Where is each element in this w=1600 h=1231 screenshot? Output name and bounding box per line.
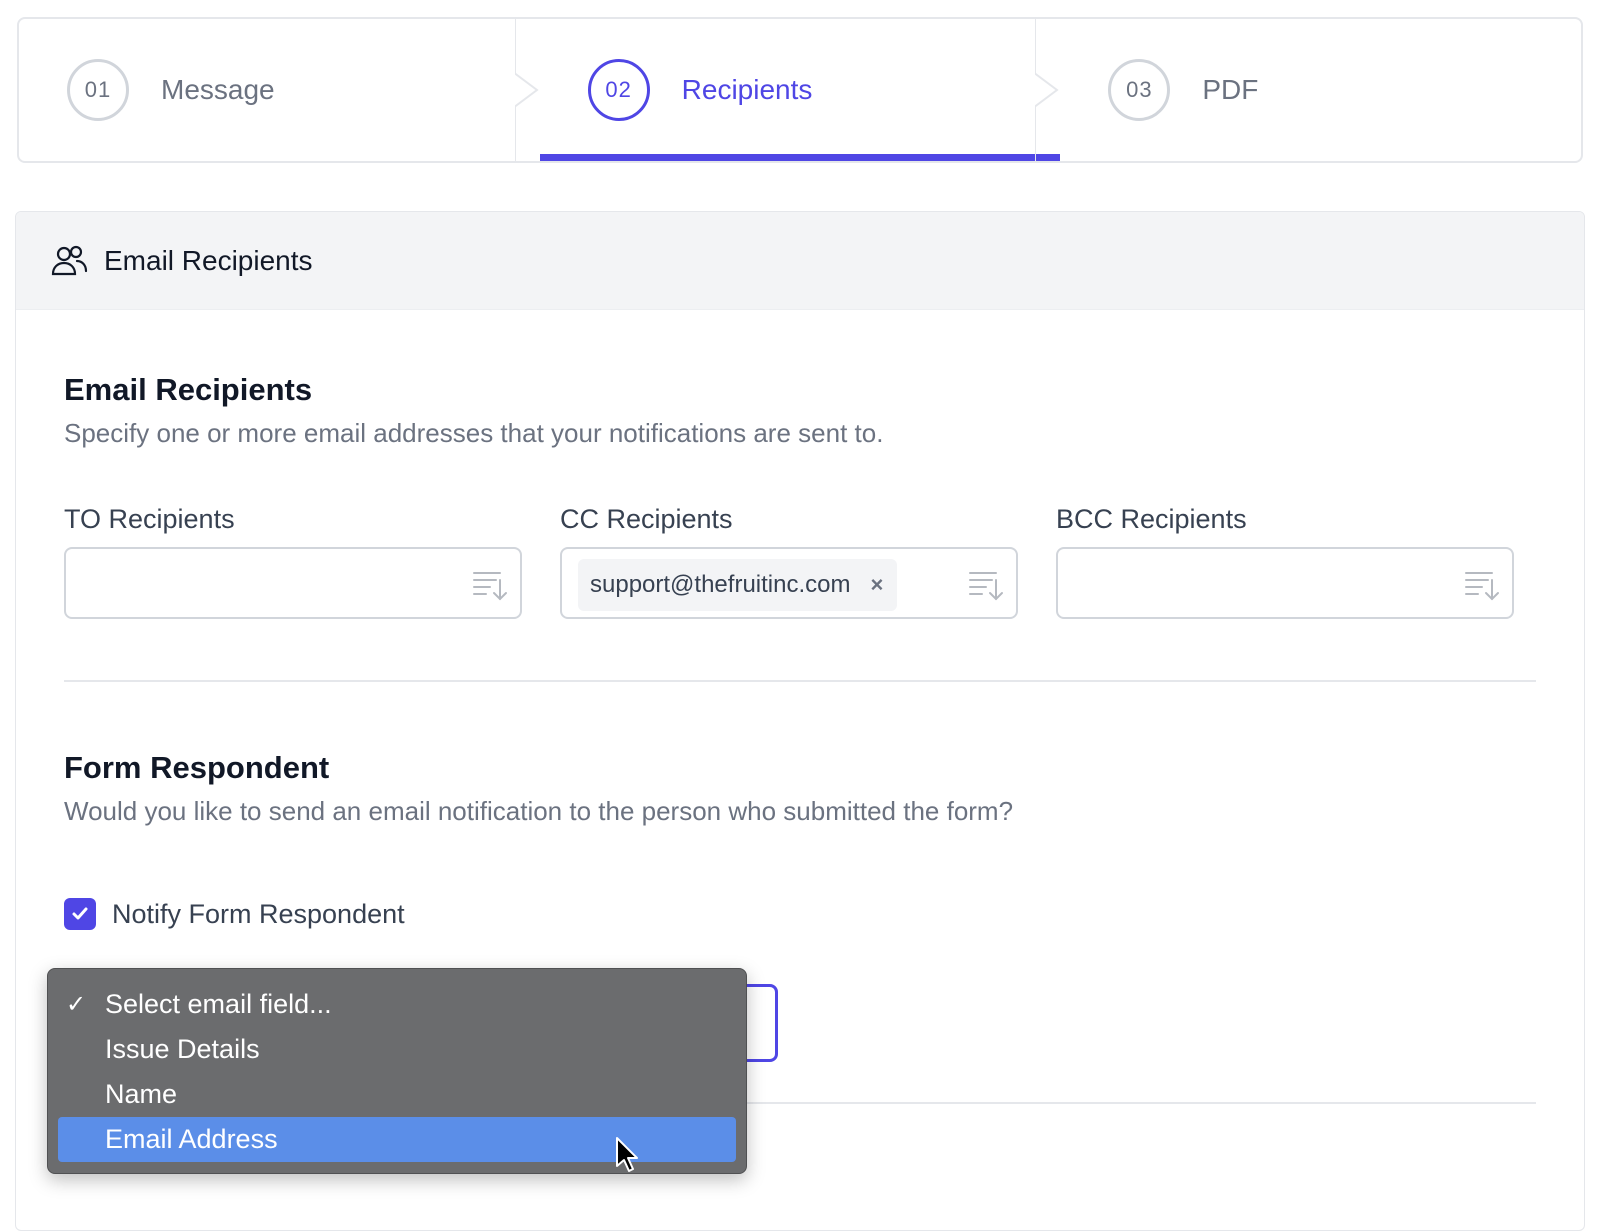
step-number: 02 — [587, 59, 650, 121]
step-divider — [514, 19, 539, 161]
option-label: Name — [105, 1079, 178, 1109]
step-label: PDF — [1202, 74, 1259, 105]
option-label: Select email field... — [105, 989, 332, 1019]
bcc-recipients-label: BCC Recipients — [1056, 504, 1247, 534]
chip-email: support@thefruitinc.com — [590, 571, 851, 598]
dropdown-option[interactable]: Issue Details — [58, 1027, 736, 1072]
panel-header: Email Recipients — [16, 212, 1584, 310]
cc-recipients-label: CC Recipients — [560, 504, 733, 534]
active-step-indicator — [539, 154, 1061, 161]
step-message[interactable]: 01 Message — [19, 19, 540, 161]
notify-respondent-checkbox[interactable] — [64, 898, 96, 930]
mouse-cursor-icon — [616, 1137, 638, 1172]
step-number: 03 — [1108, 59, 1171, 121]
dropdown-option[interactable]: ✓ Select email field... — [58, 982, 736, 1027]
checkmark-icon — [72, 907, 88, 920]
bcc-recipients-input[interactable] — [1056, 547, 1514, 619]
step-divider — [1035, 19, 1059, 161]
step-label: Message — [161, 74, 275, 105]
section-title: Form Respondent — [64, 750, 330, 785]
sort-list-icon — [969, 572, 1003, 601]
sort-list-icon — [1465, 572, 1499, 601]
wizard-stepper: 01 Message 02 Recipients 03 PDF — [17, 17, 1583, 163]
to-recipients-input[interactable] — [64, 547, 522, 619]
panel-title: Email Recipients — [104, 244, 313, 276]
remove-chip-icon[interactable]: × — [870, 572, 883, 598]
selected-check-icon: ✓ — [66, 991, 87, 1018]
section-divider — [64, 680, 1536, 682]
step-recipients[interactable]: 02 Recipients — [539, 19, 1061, 161]
users-icon — [51, 245, 88, 275]
step-pdf[interactable]: 03 PDF — [1060, 19, 1581, 161]
to-recipients-label: TO Recipients — [64, 504, 235, 534]
email-field-dropdown-menu: ✓ Select email field... Issue Details Na… — [47, 968, 747, 1174]
option-label: Email Address — [105, 1124, 278, 1154]
dropdown-option[interactable]: Name — [58, 1072, 736, 1117]
email-recipients-section: Email Recipients Specify one or more ema… — [64, 372, 883, 449]
notify-respondent-label[interactable]: Notify Form Respondent — [112, 899, 405, 930]
option-label: Issue Details — [105, 1034, 260, 1064]
section-description: Would you like to send an email notifica… — [64, 796, 1014, 826]
step-number: 01 — [67, 59, 129, 121]
notify-respondent-row: Notify Form Respondent — [64, 898, 405, 930]
sort-list-icon — [473, 572, 507, 601]
section-title: Email Recipients — [64, 372, 313, 407]
section-description: Specify one or more email addresses that… — [64, 418, 884, 448]
form-respondent-section: Form Respondent Would you like to send a… — [64, 750, 1013, 827]
cc-recipients-input[interactable]: support@thefruitinc.com × — [560, 547, 1018, 619]
step-label: Recipients — [681, 74, 813, 105]
recipient-chip: support@thefruitinc.com × — [578, 559, 898, 611]
